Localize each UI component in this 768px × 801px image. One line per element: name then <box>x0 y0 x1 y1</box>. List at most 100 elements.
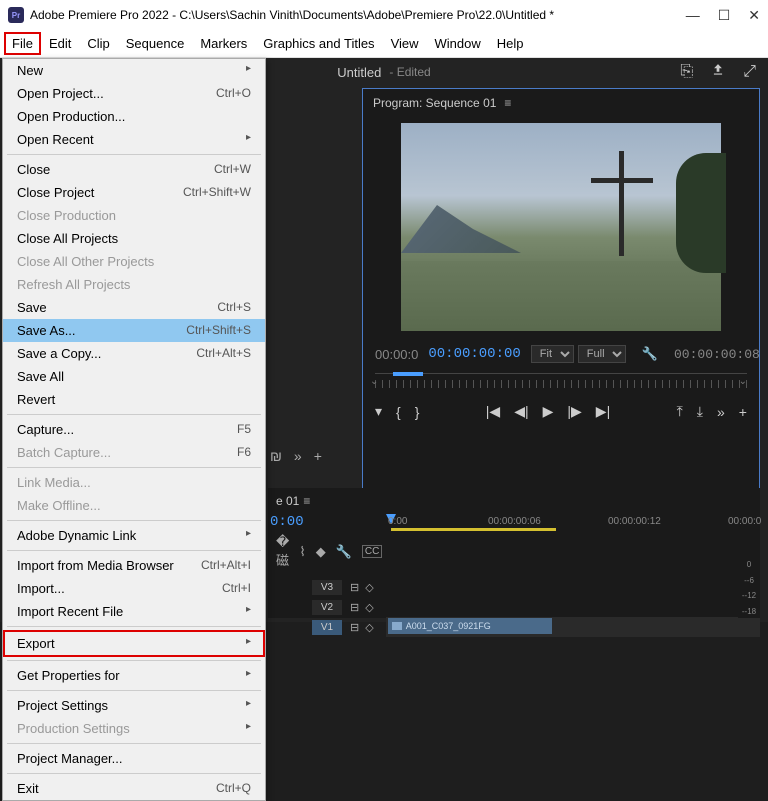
program-scrubber[interactable]: ⌄⌄ <box>375 373 747 393</box>
linked-selection-icon[interactable]: ⌇ <box>299 544 305 560</box>
cc-icon[interactable]: CC <box>362 545 382 558</box>
menu-item-save-a-copy[interactable]: Save a Copy...Ctrl+Alt+S <box>3 342 265 365</box>
menu-item-adobe-dynamic-link[interactable]: Adobe Dynamic Link ▸ <box>3 524 265 547</box>
menu-view[interactable]: View <box>383 32 427 55</box>
menu-markers[interactable]: Markers <box>192 32 255 55</box>
step-forward-icon[interactable]: |▶ <box>567 403 581 420</box>
menu-item-get-properties-for[interactable]: Get Properties for▸ <box>3 664 265 687</box>
toggle-sync-icon[interactable]: ◇ <box>365 581 373 594</box>
maximize-button[interactable]: ☐ <box>718 7 731 24</box>
menu-edit[interactable]: Edit <box>41 32 79 55</box>
minimize-button[interactable]: — <box>686 7 700 24</box>
menu-item-exit[interactable]: ExitCtrl+Q <box>3 777 265 800</box>
menu-item-save[interactable]: SaveCtrl+S <box>3 296 265 319</box>
mark-in-icon[interactable]: { <box>396 404 401 420</box>
menu-item-label: Open Recent <box>17 132 94 147</box>
menu-item-save-as[interactable]: Save As...Ctrl+Shift+S <box>3 319 265 342</box>
go-to-out-icon[interactable]: ▶| <box>596 403 610 420</box>
track-v1[interactable]: V1 ⊟◇ A001_C037_0921FG <box>268 617 760 637</box>
fullscreen-icon[interactable]: ⤢ <box>743 63 756 82</box>
menu-item-label: Save As... <box>17 323 76 338</box>
menu-item-close[interactable]: CloseCtrl+W <box>3 158 265 181</box>
menu-item-project-manager[interactable]: Project Manager... <box>3 747 265 770</box>
menu-item-label: Close All Other Projects <box>17 254 154 269</box>
marker-add-icon[interactable]: ▾ <box>375 403 382 420</box>
menu-shortcut: Ctrl+Alt+S <box>196 346 251 361</box>
zoom-fit-select[interactable]: Fit <box>531 345 574 363</box>
timeline-menu-icon[interactable]: ≡ <box>303 494 310 508</box>
menu-item-close-all-projects[interactable]: Close All Projects <box>3 227 265 250</box>
menu-item-open-project[interactable]: Open Project...Ctrl+O <box>3 82 265 105</box>
menu-window[interactable]: Window <box>427 32 489 55</box>
export-frame-icon[interactable]: » <box>717 404 725 420</box>
timecode-left: 00:00:0 <box>375 347 418 362</box>
menu-item-open-production[interactable]: Open Production... <box>3 105 265 128</box>
menu-sequence[interactable]: Sequence <box>118 32 193 55</box>
menu-item-label: Exit <box>17 781 39 796</box>
menu-graphics-and-titles[interactable]: Graphics and Titles <box>255 32 382 55</box>
toggle-output-icon[interactable]: ⊟ <box>350 581 359 594</box>
lift-icon[interactable]: ⤒ <box>677 403 683 420</box>
video-clip[interactable]: A001_C037_0921FG <box>388 618 552 634</box>
audio-meter: 0 --6 --12 --18 <box>738 558 760 618</box>
extract-icon[interactable]: ⤓ <box>697 403 703 420</box>
video-preview[interactable] <box>401 123 721 331</box>
menu-separator <box>7 690 261 691</box>
menu-item-capture[interactable]: Capture...F5 <box>3 418 265 441</box>
menu-shortcut: Ctrl+W <box>214 162 251 177</box>
menu-help[interactable]: Help <box>489 32 532 55</box>
source-plus-icon[interactable]: + <box>314 448 322 464</box>
submenu-arrow-icon: ▸ <box>246 528 251 543</box>
toggle-output-icon[interactable]: ⊟ <box>350 601 359 614</box>
toggle-sync-icon[interactable]: ◇ <box>365 601 373 614</box>
menu-item-revert[interactable]: Revert <box>3 388 265 411</box>
marker-icon[interactable]: ◆ <box>316 544 326 560</box>
menu-item-label: Adobe Dynamic Link <box>17 528 136 543</box>
close-button[interactable]: ✕ <box>748 7 760 24</box>
share-icon[interactable] <box>711 63 725 82</box>
menu-item-label: Production Settings <box>17 721 130 736</box>
mark-out-icon[interactable]: } <box>415 404 420 420</box>
menu-clip[interactable]: Clip <box>79 32 117 55</box>
snap-icon[interactable]: �磁 <box>276 534 289 569</box>
settings-icon[interactable]: 🔧 <box>336 544 352 560</box>
menu-shortcut: Ctrl+O <box>216 86 251 101</box>
step-back-icon[interactable]: ◀| <box>514 403 528 420</box>
go-to-in-icon[interactable]: |◀ <box>486 403 500 420</box>
menu-item-export[interactable]: Export▸ <box>3 630 265 657</box>
menu-item-save-all[interactable]: Save All <box>3 365 265 388</box>
menu-item-close-project[interactable]: Close ProjectCtrl+Shift+W <box>3 181 265 204</box>
workspace-tab[interactable]: Untitled <box>337 65 381 80</box>
panel-menu-icon[interactable]: ≡ <box>504 96 511 110</box>
menu-separator <box>7 154 261 155</box>
timeline-ruler[interactable]: 0:00 00:00:00:06 00:00:00:12 00:00:0 <box>388 514 760 534</box>
track-v2[interactable]: V2 ⊟◇ <box>268 597 760 617</box>
menu-item-label: Close Project <box>17 185 94 200</box>
sequence-tab[interactable]: e 01 <box>276 494 299 508</box>
track-v3[interactable]: V3 ⊟◇ <box>268 577 760 597</box>
menu-item-import-recent-file[interactable]: Import Recent File▸ <box>3 600 265 623</box>
menu-item-new[interactable]: New▸ <box>3 59 265 82</box>
button-editor-icon[interactable]: + <box>739 404 747 420</box>
resolution-select[interactable]: Full <box>578 345 626 363</box>
quick-export-icon[interactable]: ⎘ <box>680 63 693 82</box>
menu-item-import-from-media-browser[interactable]: Import from Media BrowserCtrl+Alt+I <box>3 554 265 577</box>
menu-item-open-recent[interactable]: Open Recent▸ <box>3 128 265 151</box>
source-insert-icon[interactable]: ₪ <box>270 448 282 464</box>
menu-item-make-offline: Make Offline... <box>3 494 265 517</box>
timecode-main[interactable]: 00:00:00:00 <box>428 346 520 362</box>
timeline-timecode[interactable]: 0:00 <box>268 514 388 530</box>
settings-wrench-icon[interactable]: 🔧 <box>642 346 658 362</box>
menu-item-close-production: Close Production <box>3 204 265 227</box>
menu-item-import[interactable]: Import...Ctrl+I <box>3 577 265 600</box>
toggle-output-icon[interactable]: ⊟ <box>350 621 359 634</box>
timeline-panel: e 01 ≡ 0:00 �磁 ⌇ ◆ 🔧 CC 0:00 00:00: <box>268 488 760 618</box>
menu-separator <box>7 626 261 627</box>
menubar: FileEditClipSequenceMarkersGraphics and … <box>0 30 768 58</box>
play-icon[interactable]: ▶ <box>543 403 554 420</box>
menu-item-label: Import Recent File <box>17 604 123 619</box>
menu-item-project-settings[interactable]: Project Settings▸ <box>3 694 265 717</box>
source-overwrite-icon[interactable]: » <box>294 448 302 464</box>
menu-file[interactable]: File <box>4 32 41 55</box>
toggle-sync-icon[interactable]: ◇ <box>365 621 373 634</box>
